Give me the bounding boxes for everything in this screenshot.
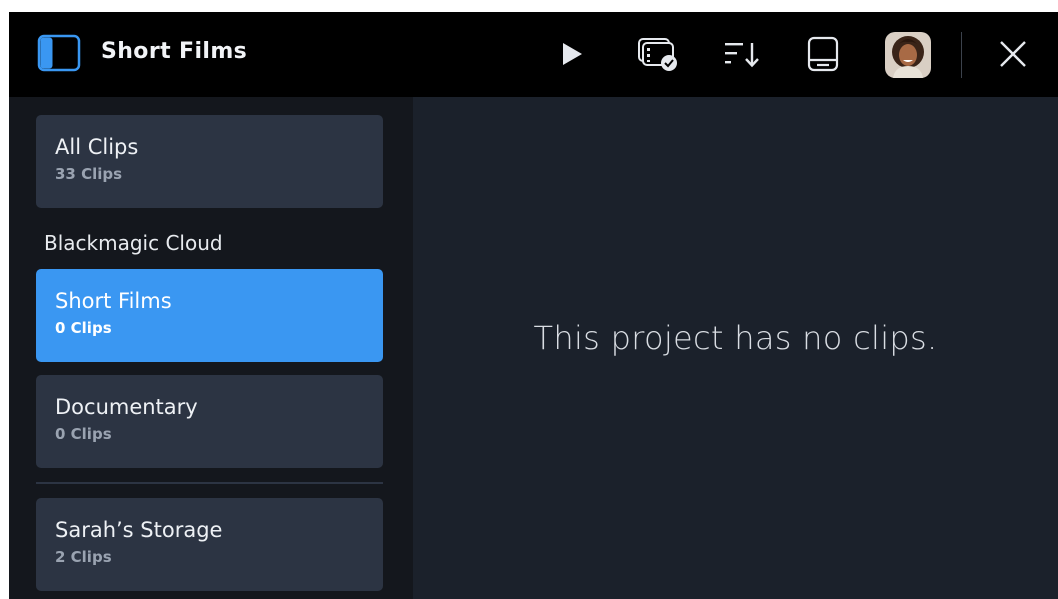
play-icon bbox=[563, 43, 582, 65]
all-clips-count: 33 Clips bbox=[55, 165, 123, 183]
close-icon bbox=[1000, 41, 1026, 67]
user-avatar[interactable] bbox=[885, 32, 931, 78]
storage-clip-count: 2 Clips bbox=[55, 548, 112, 566]
close-button[interactable] bbox=[993, 32, 1033, 76]
play-button[interactable] bbox=[557, 32, 587, 76]
cloud-section-heading: Blackmagic Cloud bbox=[44, 231, 223, 255]
all-clips-label: All Clips bbox=[55, 135, 139, 159]
user-avatar-icon bbox=[885, 32, 931, 78]
sort-icon bbox=[725, 43, 759, 68]
empty-state-message: This project has no clips. bbox=[533, 319, 938, 357]
project-clip-count: 0 Clips bbox=[55, 319, 112, 337]
page-title: Short Films bbox=[101, 39, 248, 64]
clip-select-icon bbox=[638, 38, 677, 71]
sidebar-item-documentary[interactable]: Documentary 0 Clips bbox=[36, 375, 383, 468]
select-clips-button[interactable] bbox=[633, 32, 681, 76]
toolbar-divider bbox=[961, 32, 962, 78]
sidebar-toggle-button[interactable] bbox=[37, 33, 81, 73]
sidebar-divider bbox=[36, 482, 383, 484]
storage-drive-icon bbox=[807, 36, 839, 72]
project-name: Short Films bbox=[55, 289, 172, 313]
top-bar: Short Films bbox=[9, 12, 1058, 97]
storage-button[interactable] bbox=[805, 32, 841, 76]
sort-button[interactable] bbox=[721, 32, 765, 76]
project-name: Documentary bbox=[55, 395, 198, 419]
clips-panel: This project has no clips. bbox=[413, 97, 1058, 599]
project-clip-count: 0 Clips bbox=[55, 425, 112, 443]
sidebar: All Clips 33 Clips Blackmagic Cloud Shor… bbox=[9, 97, 413, 599]
app-window: Short Films All Clips 33 Clips Blackmagi… bbox=[9, 12, 1058, 599]
sidebar-toggle-icon bbox=[37, 34, 81, 72]
sidebar-item-short-films[interactable]: Short Films 0 Clips bbox=[36, 269, 383, 362]
sidebar-item-sarahs-storage[interactable]: Sarah’s Storage 2 Clips bbox=[36, 498, 383, 591]
sidebar-item-all-clips[interactable]: All Clips 33 Clips bbox=[36, 115, 383, 208]
storage-name: Sarah’s Storage bbox=[55, 518, 223, 542]
